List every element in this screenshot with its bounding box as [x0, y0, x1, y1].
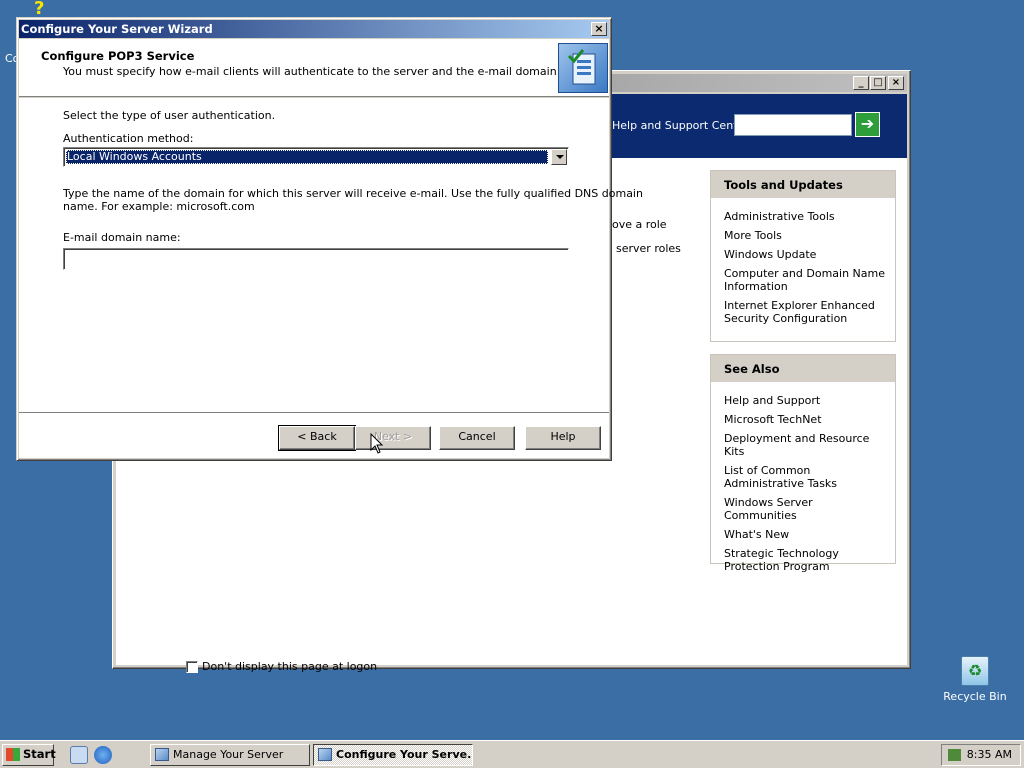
panel-link[interactable]: Computer and Domain Name Information: [724, 267, 887, 293]
internet-explorer-icon[interactable]: [94, 746, 112, 764]
close-button[interactable]: ×: [591, 22, 607, 36]
select-type-label: Select the type of user authentication.: [63, 109, 276, 122]
dont-display-checkbox[interactable]: [186, 660, 198, 673]
domain-help-text: name. For example: microsoft.com: [63, 200, 255, 213]
wizard-body: Select the type of user authentication. …: [19, 98, 643, 412]
email-domain-label: E-mail domain name:: [63, 231, 181, 244]
dont-display-label: Don't display this page at logon: [202, 660, 378, 673]
panel-link[interactable]: Microsoft TechNet: [724, 413, 887, 426]
role-link-text[interactable]: server roles: [616, 242, 681, 255]
taskbar-item-label: Configure Your Serve...: [336, 748, 473, 761]
chevron-down-icon[interactable]: [551, 149, 567, 165]
wizard-step-description: You must specify how e-mail clients will…: [63, 65, 595, 78]
server-icon: [155, 748, 169, 761]
back-button[interactable]: < Back: [278, 425, 356, 451]
windows-logo-icon: [6, 748, 20, 761]
system-tray: 8:35 AM: [941, 744, 1021, 766]
wizard-title: Configure Your Server Wizard: [21, 22, 213, 36]
next-button[interactable]: Next >: [355, 426, 431, 450]
panel-link[interactable]: What's New: [724, 528, 887, 541]
email-domain-input[interactable]: [63, 248, 569, 270]
minimize-button[interactable]: _: [853, 76, 869, 90]
domain-help-text: Type the name of the domain for which th…: [63, 187, 643, 200]
panel-link[interactable]: Windows Server Communities: [724, 496, 887, 522]
search-label: Help and Support Center: [612, 119, 749, 132]
start-label: Start: [23, 747, 56, 761]
role-link-text[interactable]: ove a role: [612, 218, 667, 231]
panel-link[interactable]: Administrative Tools: [724, 210, 887, 223]
auth-method-label: Authentication method:: [63, 132, 194, 145]
panel-heading: See Also: [711, 355, 895, 382]
maximize-button[interactable]: □: [870, 76, 886, 90]
search-input[interactable]: [734, 114, 852, 136]
mouse-cursor-icon: [370, 433, 384, 454]
panel-link[interactable]: Help and Support: [724, 394, 887, 407]
panel-link[interactable]: Strategic Technology Protection Program: [724, 547, 887, 573]
clock[interactable]: 8:35 AM: [967, 748, 1012, 761]
dont-display-checkbox-row[interactable]: Don't display this page at logon: [186, 660, 377, 673]
recycle-bin[interactable]: ♻ Recycle Bin: [938, 656, 1012, 703]
server-wizard-icon: [318, 748, 332, 761]
panel-heading: Tools and Updates: [711, 171, 895, 198]
panel-link[interactable]: Windows Update: [724, 248, 887, 261]
auth-method-dropdown[interactable]: Local Windows Accounts: [63, 147, 569, 167]
auth-method-selected[interactable]: Local Windows Accounts: [66, 150, 548, 164]
taskbar-item-configure-server[interactable]: Configure Your Serve...: [313, 744, 473, 766]
taskbar-item-manage-server[interactable]: Manage Your Server: [150, 744, 310, 766]
panel-link[interactable]: More Tools: [724, 229, 887, 242]
see-also-panel: See Also Help and Support Microsoft Tech…: [710, 354, 896, 573]
close-button[interactable]: ×: [888, 76, 904, 90]
wizard-step-title: Configure POP3 Service: [41, 49, 195, 63]
taskbar-item-label: Manage Your Server: [173, 748, 284, 761]
wizard-titlebar[interactable]: Configure Your Server Wizard ×: [19, 20, 609, 38]
start-button[interactable]: Start: [2, 744, 56, 766]
configure-server-wizard: Configure Your Server Wizard × Configure…: [16, 17, 643, 461]
panel-link[interactable]: Internet Explorer Enhanced Security Conf…: [724, 299, 887, 325]
server-config-icon: [558, 43, 608, 93]
network-icon[interactable]: [948, 749, 961, 761]
help-button[interactable]: Help: [525, 426, 601, 450]
tools-updates-panel: Tools and Updates Administrative Tools M…: [710, 170, 896, 342]
cancel-button[interactable]: Cancel: [439, 426, 515, 450]
recycle-bin-icon: ♻: [961, 656, 989, 686]
show-desktop-icon[interactable]: [70, 746, 88, 764]
taskbar: Start Manage Your Server Configure Your …: [0, 740, 1024, 768]
go-arrow-icon[interactable]: ➔: [855, 112, 880, 137]
panel-link[interactable]: List of Common Administrative Tasks: [724, 464, 887, 490]
help-icon[interactable]: ?: [34, 0, 52, 18]
panel-link[interactable]: Deployment and Resource Kits: [724, 432, 887, 458]
recycle-bin-label: Recycle Bin: [943, 690, 1007, 703]
wizard-header: Configure POP3 Service You must specify …: [19, 39, 609, 97]
